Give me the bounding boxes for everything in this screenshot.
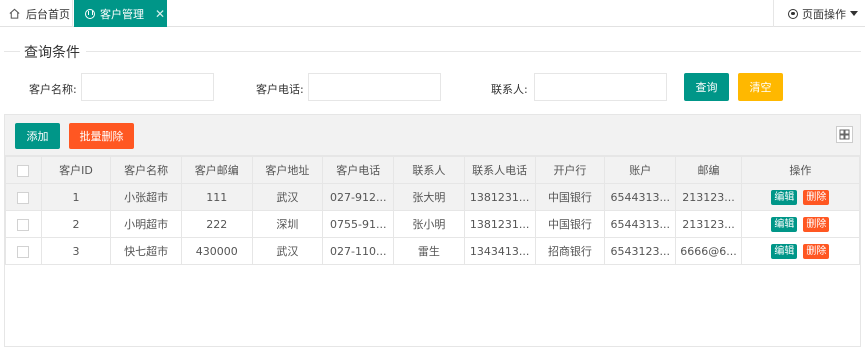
col-header[interactable]: 联系人电话: [463, 156, 536, 184]
home-icon: [9, 8, 20, 19]
target-circle-icon: [788, 8, 798, 19]
grid-icon: [839, 129, 850, 140]
table-cell: 430000: [180, 237, 253, 265]
table-row[interactable]: 3 快七超市 430000 武汉 027-110... 雷生 1343413..…: [5, 237, 861, 265]
table-cell: 深圳: [251, 210, 324, 238]
table-cell: 6666@6...: [675, 237, 742, 265]
col-header[interactable]: 邮编: [675, 156, 742, 184]
customer-phone-label: 客户电话:: [256, 83, 304, 96]
edit-button[interactable]: 编辑: [771, 243, 798, 259]
pause-circle-icon: [85, 8, 95, 19]
column-filter-icon[interactable]: [836, 126, 853, 143]
add-button[interactable]: 添加: [15, 123, 60, 149]
col-header[interactable]: 客户名称: [110, 156, 182, 184]
customer-phone-input[interactable]: [308, 73, 441, 101]
fieldset-border-right: [86, 51, 861, 52]
query-button[interactable]: 查询: [684, 73, 729, 101]
tab-customer-management[interactable]: 客户管理 ✕: [74, 0, 167, 27]
customer-table: 客户ID 客户名称 客户邮编 客户地址 客户电话 联系人 联系人电话 开户行 账…: [5, 156, 861, 265]
table-cell: 张小明: [393, 210, 465, 238]
table-cell: 111: [180, 183, 253, 211]
table-cell: 武汉: [251, 183, 324, 211]
col-header[interactable]: 客户地址: [251, 156, 324, 184]
table-cell: 1381231...: [463, 183, 536, 211]
table-cell: 222: [180, 210, 253, 238]
select-all-checkbox[interactable]: [17, 164, 30, 177]
table-cell: 小明超市: [110, 210, 182, 238]
col-header[interactable]: 客户ID: [40, 156, 112, 184]
row-actions: 编辑 删除: [740, 237, 861, 265]
edit-button[interactable]: 编辑: [771, 189, 798, 205]
table-cell: 6544313...: [604, 183, 677, 211]
table-cell: 213123...: [675, 210, 742, 238]
customer-name-input[interactable]: [81, 73, 214, 101]
table-cell: 中国银行: [534, 183, 606, 211]
table-cell: 1: [40, 183, 112, 211]
row-actions: 编辑 删除: [740, 210, 861, 238]
table-cell: 6544313...: [604, 210, 677, 238]
col-header[interactable]: 客户电话: [322, 156, 395, 184]
select-all-cell: [5, 156, 42, 184]
table-cell: 1343413...: [463, 237, 536, 265]
table-panel: 添加 批量删除 客户ID 客户名称 客户邮编 客户地址 客户电话 联系人 联系人…: [4, 114, 861, 347]
delete-button[interactable]: 删除: [803, 216, 830, 232]
edit-button[interactable]: 编辑: [771, 216, 798, 232]
query-legend: 查询条件: [24, 45, 80, 61]
table-cell: 1381231...: [463, 210, 536, 238]
tab-home-label: 后台首页: [26, 7, 70, 21]
customer-name-label: 客户名称:: [29, 83, 77, 96]
caret-down-icon: [850, 11, 858, 16]
row-actions: 编辑 删除: [740, 183, 861, 211]
clear-button[interactable]: 清空: [738, 73, 783, 101]
col-header[interactable]: 客户邮编: [180, 156, 253, 184]
col-header[interactable]: 账户: [604, 156, 677, 184]
row-checkbox[interactable]: [17, 245, 30, 258]
table-cell: 武汉: [251, 237, 324, 265]
table-header-row: 客户ID 客户名称 客户邮编 客户地址 客户电话 联系人 联系人电话 开户行 账…: [5, 156, 861, 184]
table-cell: 213123...: [675, 183, 742, 211]
table-cell: 快七超市: [110, 237, 182, 265]
table-cell: 招商银行: [534, 237, 606, 265]
tab-bar: 后台首页 客户管理 ✕ 页面操作: [0, 0, 865, 27]
table-cell: 2: [40, 210, 112, 238]
table-cell: 3: [40, 237, 112, 265]
table-cell: 张大明: [393, 183, 465, 211]
row-checkbox[interactable]: [17, 191, 30, 204]
table-cell: 027-110...: [322, 237, 395, 265]
col-header-actions: 操作: [740, 156, 861, 184]
row-select-cell: [5, 183, 42, 211]
table-cell: 6543123...: [604, 237, 677, 265]
page-operations-menu[interactable]: 页面操作: [773, 0, 865, 27]
tab-home[interactable]: 后台首页: [0, 0, 73, 27]
batch-delete-button[interactable]: 批量删除: [69, 123, 134, 149]
close-icon[interactable]: ✕: [155, 7, 165, 21]
col-header[interactable]: 联系人: [393, 156, 465, 184]
col-header[interactable]: 开户行: [534, 156, 606, 184]
row-select-cell: [5, 210, 42, 238]
fieldset-border-left: [4, 51, 20, 52]
table-cell: 027-912...: [322, 183, 395, 211]
table-cell: 小张超市: [110, 183, 182, 211]
contact-label: 联系人:: [491, 83, 528, 96]
table-toolbar: 添加 批量删除: [5, 115, 860, 156]
table-cell: 中国银行: [534, 210, 606, 238]
table-row[interactable]: 1 小张超市 111 武汉 027-912... 张大明 1381231... …: [5, 183, 861, 211]
row-checkbox[interactable]: [17, 218, 30, 231]
delete-button[interactable]: 删除: [803, 189, 830, 205]
table-row[interactable]: 2 小明超市 222 深圳 0755-91... 张小明 1381231... …: [5, 210, 861, 238]
page-ops-label: 页面操作: [802, 7, 846, 21]
table-cell: 0755-91...: [322, 210, 395, 238]
row-select-cell: [5, 237, 42, 265]
contact-input[interactable]: [534, 73, 667, 101]
tab-active-label: 客户管理: [100, 7, 144, 21]
table-cell: 雷生: [393, 237, 465, 265]
delete-button[interactable]: 删除: [803, 243, 830, 259]
